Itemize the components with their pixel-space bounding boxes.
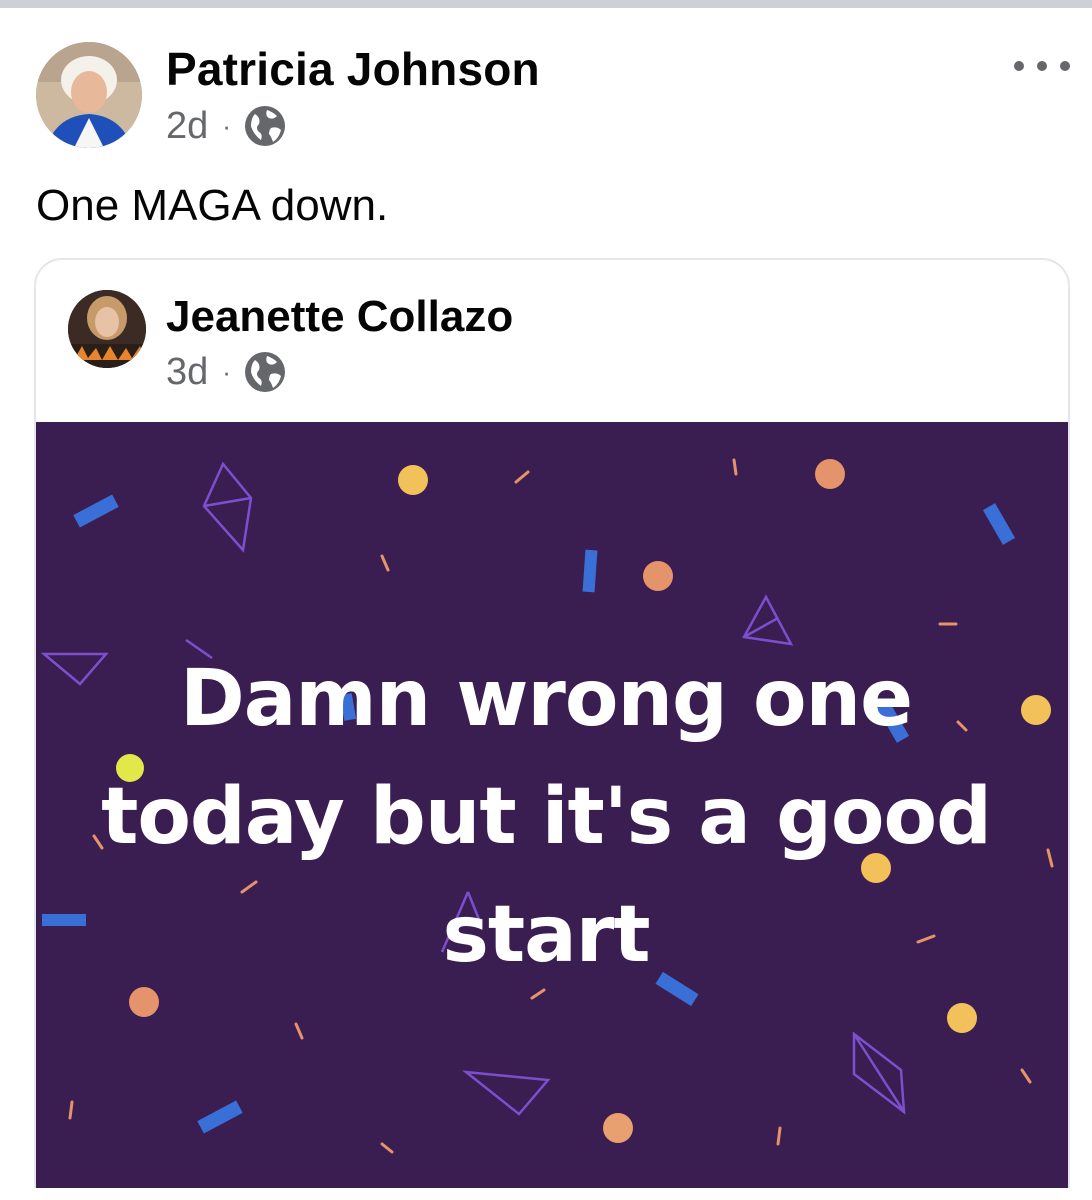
globe-icon	[244, 106, 285, 146]
globe-icon	[244, 352, 285, 392]
shared-author-avatar[interactable]	[68, 290, 146, 368]
meta-separator: ·	[222, 110, 231, 141]
shared-post-meta: 3d ·	[166, 350, 287, 394]
post-text: One MAGA down.	[36, 181, 389, 230]
post-meta: 2d ·	[166, 104, 287, 148]
author-avatar[interactable]	[36, 42, 142, 148]
more-options-icon	[1014, 61, 1024, 71]
more-options-button[interactable]	[1014, 54, 1070, 78]
post-timestamp[interactable]: 2d	[166, 105, 208, 148]
shared-author-name[interactable]: Jeanette Collazo	[166, 292, 513, 342]
background-post-text: Damn wrong one today but it's a good sta…	[101, 654, 992, 980]
author-name[interactable]: Patricia Johnson	[166, 42, 540, 96]
shared-post-timestamp[interactable]: 3d	[166, 351, 208, 394]
top-divider	[0, 0, 1092, 8]
background-text-post: Damn wrong one today but it's a good sta…	[36, 422, 1068, 1188]
meta-separator: ·	[222, 356, 231, 387]
post-header: Patricia Johnson 2d ·	[0, 8, 1092, 168]
shared-post-card[interactable]: Jeanette Collazo 3d · Damn wrong one tod…	[34, 258, 1070, 1188]
